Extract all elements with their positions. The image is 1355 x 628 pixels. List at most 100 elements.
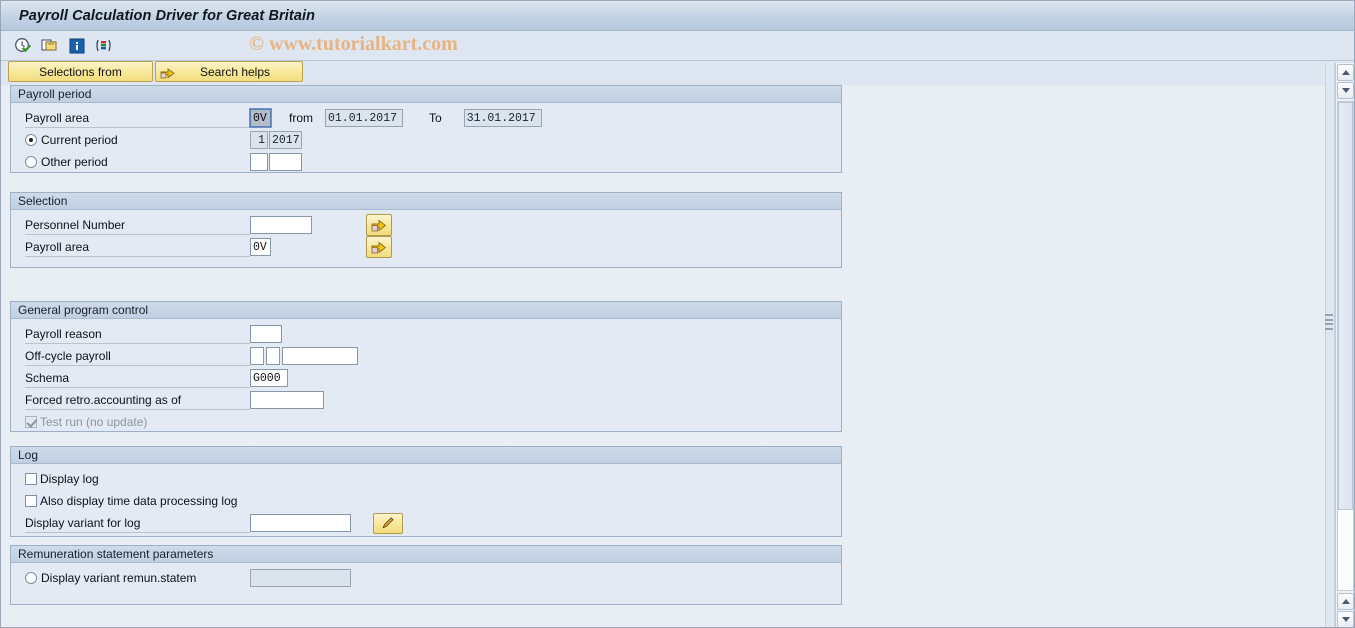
personnel-number-multi-select-button[interactable] <box>366 214 392 236</box>
row-personnel-number: Personnel Number <box>11 214 841 236</box>
application-toolbar: © www.tutorialkart.com <box>1 31 1354 61</box>
personnel-number-input[interactable] <box>250 216 312 234</box>
execute-background-icon[interactable] <box>40 36 59 55</box>
display-variant-remun-input[interactable] <box>250 569 351 587</box>
selections-from-button[interactable]: Selections from <box>8 61 153 82</box>
group-header-selection: Selection <box>11 193 841 210</box>
display-variant-log-edit-button[interactable] <box>373 512 403 534</box>
scroll-down-arrow-icon <box>1341 617 1350 622</box>
label-from: from <box>289 111 313 125</box>
selection-payroll-area-input[interactable] <box>250 238 271 256</box>
group-title: Remuneration statement parameters <box>18 547 214 561</box>
group-log: Log Display log Also display time data p… <box>10 446 842 537</box>
checkbox-time-data-log[interactable] <box>25 495 37 507</box>
watermark-text: © www.tutorialkart.com <box>249 33 458 55</box>
group-payroll-period: Payroll period Payroll area from To Curr… <box>10 85 842 173</box>
selection-screen-content: Payroll period Payroll area from To Curr… <box>1 85 1327 627</box>
period-from-input[interactable] <box>325 109 403 127</box>
row-payroll-reason: Payroll reason <box>11 323 841 345</box>
schema-input[interactable] <box>250 369 288 387</box>
group-title: Selection <box>18 194 68 208</box>
scroll-page-up-button[interactable] <box>1337 82 1354 99</box>
group-title: Payroll period <box>18 87 92 101</box>
label-time-data-log: Also display time data processing log <box>40 494 238 508</box>
group-title: Log <box>18 448 39 462</box>
checkbox-display-log[interactable] <box>25 473 37 485</box>
label-other-period: Other period <box>41 155 108 169</box>
group-header-general-program-control: General program control <box>11 302 841 319</box>
group-remuneration-statement: Remuneration statement parameters Displa… <box>10 545 842 605</box>
scroll-page-down-button[interactable] <box>1337 593 1354 610</box>
label-personnel-number: Personnel Number <box>25 216 250 235</box>
scroll-down-arrow-icon <box>1341 88 1350 93</box>
search-helps-label: Search helps <box>199 64 271 79</box>
off-cycle-field-1[interactable] <box>250 347 264 365</box>
scrollbar-track[interactable] <box>1337 101 1354 591</box>
label-current-period: Current period <box>41 133 118 147</box>
row-forced-retro-accounting: Forced retro.accounting as of <box>11 389 841 411</box>
row-payroll-area: Payroll area from To <box>11 107 841 129</box>
selections-from-label: Selections from <box>39 64 122 79</box>
payroll-area-input[interactable] <box>249 108 272 128</box>
multiple-selection-arrow-icon <box>371 219 387 231</box>
scroll-up-arrow-icon <box>1341 599 1350 604</box>
scrollbar-thumb[interactable] <box>1338 102 1353 510</box>
label-display-log: Display log <box>40 472 99 486</box>
group-general-program-control: General program control Payroll reason O… <box>10 301 842 432</box>
group-header-payroll-period: Payroll period <box>11 86 841 103</box>
checkbox-test-run <box>25 416 37 428</box>
scroll-side-panel <box>1325 63 1335 627</box>
label-forced-retro-accounting: Forced retro.accounting as of <box>25 391 250 410</box>
label-to: To <box>429 111 442 125</box>
forced-retro-accounting-input[interactable] <box>250 391 324 409</box>
group-title: General program control <box>18 303 149 317</box>
execute-clock-icon[interactable] <box>13 36 32 55</box>
row-schema: Schema <box>11 367 841 389</box>
label-schema: Schema <box>25 369 250 388</box>
other-period-number-input[interactable] <box>250 153 268 171</box>
label-selection-payroll-area: Payroll area <box>25 238 250 257</box>
period-to-input[interactable] <box>463 109 542 127</box>
label-payroll-reason: Payroll reason <box>25 325 250 344</box>
radio-other-period[interactable] <box>25 156 37 168</box>
window-titlebar: Payroll Calculation Driver for Great Bri… <box>1 1 1354 31</box>
label-test-run: Test run (no update) <box>40 415 148 429</box>
label-payroll-area: Payroll area <box>25 109 250 128</box>
group-header-log: Log <box>11 447 841 464</box>
radio-current-period[interactable] <box>25 134 37 146</box>
other-period-year-input[interactable] <box>269 153 302 171</box>
payroll-area-multi-select-button[interactable] <box>366 236 392 258</box>
scroll-down-button[interactable] <box>1337 611 1354 627</box>
row-time-data-log: Also display time data processing log <box>11 490 841 512</box>
multiple-selection-arrow-icon <box>371 241 387 253</box>
search-helps-button[interactable]: Search helps <box>155 61 303 82</box>
vertical-scrollbar[interactable] <box>1335 63 1354 627</box>
current-period-year-input[interactable] <box>269 131 302 149</box>
scroll-up-button[interactable] <box>1337 64 1354 81</box>
display-variant-log-input[interactable] <box>250 514 351 532</box>
label-display-variant-log: Display variant for log <box>25 514 250 533</box>
off-cycle-field-3[interactable] <box>282 347 358 365</box>
payroll-reason-input[interactable] <box>250 325 282 343</box>
scroll-up-arrow-icon <box>1341 70 1350 75</box>
information-icon[interactable] <box>67 36 86 55</box>
row-current-period: Current period <box>11 129 841 151</box>
group-selection: Selection Personnel Number Payroll area <box>10 192 842 268</box>
row-other-period: Other period <box>11 151 841 173</box>
selection-button-row: Selections from Search helps <box>1 61 1354 85</box>
row-display-log: Display log <box>11 468 841 490</box>
search-help-arrow-icon <box>160 64 176 80</box>
radio-display-variant-remun[interactable] <box>25 572 37 584</box>
row-display-variant-remun: Display variant remun.statem <box>11 567 841 589</box>
row-display-variant-log: Display variant for log <box>11 512 841 534</box>
sap-application-window: Payroll Calculation Driver for Great Bri… <box>0 0 1355 628</box>
row-test-run: Test run (no update) <box>11 411 841 433</box>
label-off-cycle-payroll: Off-cycle payroll <box>25 347 250 366</box>
variant-bars-icon[interactable] <box>94 36 113 55</box>
off-cycle-field-2[interactable] <box>266 347 280 365</box>
current-period-number-input[interactable] <box>250 131 268 149</box>
resize-grip-icon[interactable] <box>1325 314 1333 330</box>
pencil-edit-icon <box>381 516 394 528</box>
page-title: Payroll Calculation Driver for Great Bri… <box>19 7 316 24</box>
label-display-variant-remun: Display variant remun.statem <box>41 571 197 585</box>
